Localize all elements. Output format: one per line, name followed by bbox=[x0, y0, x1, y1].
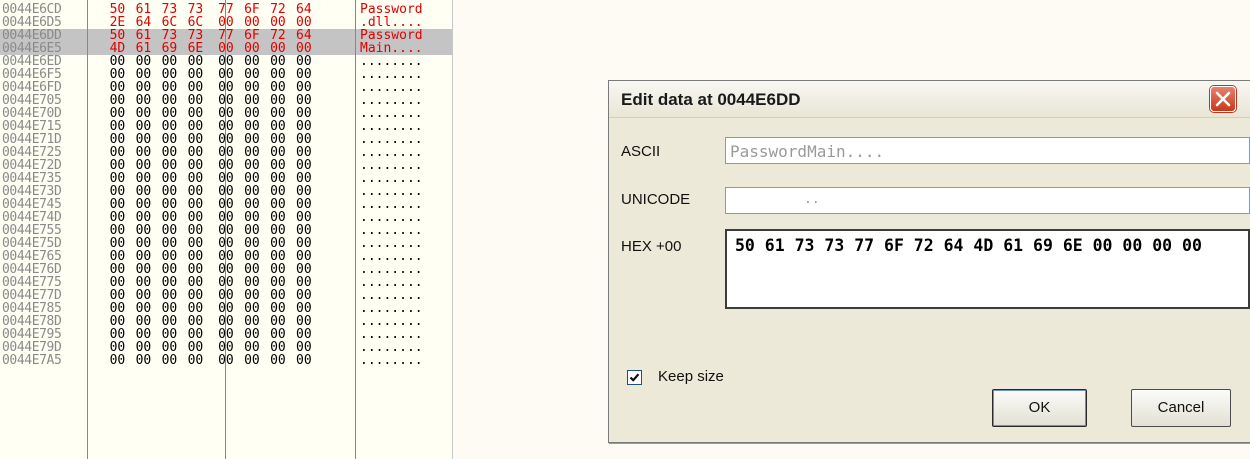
ascii-label: ASCII bbox=[621, 143, 661, 160]
dump-row[interactable]: 0044E7A50000000000000000........ bbox=[0, 354, 452, 367]
unicode-value: .. bbox=[804, 192, 820, 207]
dump-byte[interactable]: 00 bbox=[133, 354, 153, 367]
hex-dump-pane[interactable]: 0044E6CD50617373776F7264Password0044E6D5… bbox=[0, 0, 453, 459]
dump-byte[interactable]: 00 bbox=[185, 354, 205, 367]
dump-column-separator bbox=[355, 0, 356, 459]
cancel-button[interactable]: Cancel bbox=[1131, 389, 1231, 427]
hex-label: HEX +00 bbox=[621, 238, 682, 255]
close-icon bbox=[1215, 91, 1231, 107]
keep-size-checkbox[interactable] bbox=[627, 370, 642, 385]
dump-byte[interactable]: 00 bbox=[242, 354, 262, 367]
close-button[interactable] bbox=[1210, 86, 1236, 112]
hex-value: 50 61 73 73 77 6F 72 64 4D 61 69 6E 00 0… bbox=[735, 236, 1202, 255]
checkmark-icon bbox=[629, 373, 640, 382]
unicode-label: UNICODE bbox=[621, 191, 691, 208]
keep-size-label: Keep size bbox=[658, 368, 724, 385]
dump-column-separator bbox=[87, 0, 88, 459]
dump-byte[interactable]: 00 bbox=[268, 354, 288, 367]
edit-data-dialog: Edit data at 0044E6DD ASCII PasswordMain… bbox=[608, 80, 1250, 443]
ascii-field[interactable]: PasswordMain.... bbox=[725, 137, 1250, 164]
unicode-field[interactable]: .. bbox=[725, 187, 1250, 214]
ok-button[interactable]: OK bbox=[992, 389, 1087, 427]
dump-byte[interactable]: 00 bbox=[294, 354, 314, 367]
dump-byte[interactable]: 00 bbox=[159, 354, 179, 367]
dialog-title: Edit data at 0044E6DD bbox=[621, 90, 801, 109]
dump-address: 0044E7A5 bbox=[2, 353, 62, 368]
dump-column-separator bbox=[225, 0, 226, 459]
dump-ascii[interactable]: ........ bbox=[360, 354, 446, 367]
ascii-value: PasswordMain.... bbox=[730, 142, 885, 161]
hex-field[interactable]: 50 61 73 73 77 6F 72 64 4D 61 69 6E 00 0… bbox=[725, 229, 1250, 309]
dialog-titlebar[interactable]: Edit data at 0044E6DD bbox=[609, 81, 1250, 118]
dump-byte[interactable]: 00 bbox=[107, 354, 127, 367]
